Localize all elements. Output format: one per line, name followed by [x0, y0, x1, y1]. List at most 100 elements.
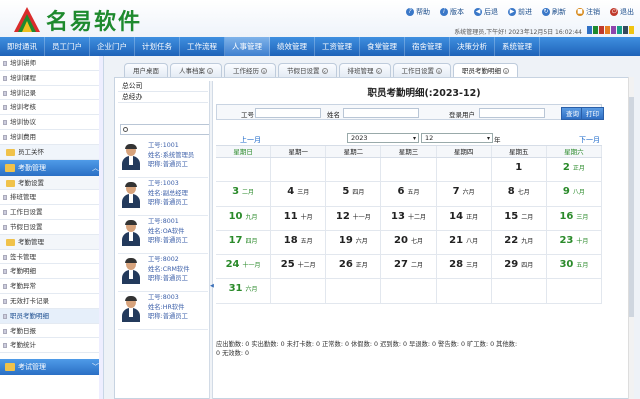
close-icon[interactable]: ×: [436, 67, 442, 74]
calendar-day[interactable]: 22 九月: [491, 230, 547, 256]
menu-item[interactable]: 即时通讯: [0, 37, 45, 56]
calendar-day[interactable]: 17 四月: [216, 230, 272, 256]
sidebar-item[interactable]: 培训课程: [0, 71, 103, 86]
calendar-day[interactable]: [436, 158, 492, 183]
menu-item[interactable]: 系统管理: [495, 37, 540, 56]
org-node[interactable]: 总经办: [118, 92, 208, 103]
calendar-day[interactable]: 13 十二月: [381, 206, 437, 231]
calendar-day[interactable]: [491, 279, 547, 304]
calendar-day[interactable]: 3 二月: [216, 182, 272, 207]
calendar-day[interactable]: [436, 279, 492, 304]
tab[interactable]: 工作日设置 ×: [392, 63, 451, 77]
employee-card[interactable]: 工号:1003 姓名:副总经理 职称:普通员工: [118, 178, 208, 216]
sidebar-item[interactable]: 考勤日报: [0, 324, 103, 339]
name-input[interactable]: [343, 108, 419, 118]
calendar-day[interactable]: 15 二月: [491, 206, 547, 231]
sidebar-item[interactable]: 签卡管理: [0, 250, 103, 265]
sidebar-item[interactable]: 考勤明细: [0, 264, 103, 280]
sidebar-item[interactable]: 排班管理: [0, 190, 103, 206]
calendar-day[interactable]: [381, 158, 437, 183]
forward-button[interactable]: ▶ 前进: [508, 7, 532, 17]
theme-swatch[interactable]: [629, 26, 634, 34]
job-no-input[interactable]: [255, 108, 321, 118]
theme-swatch[interactable]: [605, 26, 610, 34]
close-icon[interactable]: ×: [321, 67, 328, 74]
theme-swatch[interactable]: [611, 26, 616, 34]
content-scrollbar[interactable]: [628, 77, 634, 399]
calendar-day[interactable]: 31 六月: [216, 279, 272, 304]
close-icon[interactable]: ×: [261, 67, 267, 74]
calendar-day[interactable]: [546, 279, 602, 304]
sidebar-group-attendance[interactable]: 考勤管理 ︿: [0, 159, 103, 176]
sidebar-group-care[interactable]: 员工关怀: [0, 144, 103, 160]
calendar-day[interactable]: 20 七月: [381, 230, 437, 256]
menu-item[interactable]: 工作流程: [180, 37, 225, 56]
menu-item[interactable]: 企业门户: [90, 37, 135, 56]
calendar-day[interactable]: 14 正月: [436, 206, 492, 231]
close-icon[interactable]: ×: [503, 67, 509, 74]
exit-button[interactable]: ⏻ 退出: [610, 7, 634, 17]
calendar-day[interactable]: 7 六月: [436, 182, 492, 207]
tab[interactable]: 排班管理 ×: [338, 63, 391, 77]
employee-card[interactable]: 工号:8003 姓名:HR软件 职称:普通员工: [118, 292, 208, 330]
sidebar-item[interactable]: 无效打卡记录: [0, 294, 103, 309]
theme-swatch[interactable]: [587, 26, 592, 34]
sidebar-item[interactable]: 培训协议: [0, 115, 103, 130]
calendar-day[interactable]: 6 五月: [381, 182, 437, 207]
theme-swatch[interactable]: [599, 26, 604, 34]
employee-card[interactable]: 工号:8002 姓名:CRM软件 职称:普通员工: [118, 254, 208, 292]
sidebar-subgroup-management[interactable]: 考勤管理: [0, 234, 103, 250]
calendar-day[interactable]: 30 五月: [546, 255, 602, 280]
close-icon[interactable]: ×: [207, 67, 213, 74]
menu-item[interactable]: 食堂管理: [360, 37, 405, 56]
menu-item[interactable]: 决策分析: [450, 37, 495, 56]
menu-item[interactable]: 绩效管理: [270, 37, 315, 56]
employee-card[interactable]: 工号:8001 姓名:OA软件 职称:普通员工: [118, 216, 208, 254]
print-button[interactable]: 打印: [581, 107, 604, 120]
theme-swatch[interactable]: [617, 26, 622, 34]
calendar-day[interactable]: 21 八月: [436, 230, 492, 256]
year-select[interactable]: 2023 ▾: [347, 133, 419, 143]
tab[interactable]: 人事档案 ×: [170, 63, 222, 77]
calendar-day[interactable]: 18 五月: [271, 230, 327, 256]
calendar-day[interactable]: 9 八月: [546, 182, 602, 207]
tab[interactable]: 职员考勤明细 ×: [453, 63, 518, 77]
calendar-day[interactable]: 11 十月: [271, 206, 327, 231]
scroll-thumb[interactable]: [629, 97, 634, 317]
calendar-day[interactable]: [326, 158, 382, 183]
tab[interactable]: 节假日设置 ×: [278, 63, 337, 77]
collapse-arrow-icon[interactable]: ◀: [210, 283, 214, 289]
calendar-day[interactable]: 27 二月: [381, 255, 437, 280]
calendar-day[interactable]: 26 正月: [326, 255, 382, 280]
theme-swatch[interactable]: [593, 26, 598, 34]
org-node[interactable]: 总公司: [118, 81, 208, 92]
prev-month-link[interactable]: 上一月: [240, 135, 261, 145]
close-icon[interactable]: ×: [375, 67, 382, 74]
sidebar-item[interactable]: 工作日设置: [0, 205, 103, 220]
back-button[interactable]: ◀ 后退: [474, 7, 498, 17]
calendar-day[interactable]: 12 十一月: [326, 206, 382, 231]
calendar-day[interactable]: [381, 279, 437, 304]
version-button[interactable]: i 版本: [440, 7, 464, 17]
calendar-day[interactable]: 29 四月: [491, 255, 547, 280]
panel-splitter[interactable]: ◀: [209, 81, 214, 399]
calendar-day[interactable]: 28 三月: [436, 255, 492, 280]
next-month-link[interactable]: 下一月: [579, 135, 600, 145]
menu-item[interactable]: 人事管理: [225, 37, 270, 56]
menu-item[interactable]: 员工门户: [45, 37, 90, 56]
month-select[interactable]: 12 ▾: [421, 133, 493, 143]
logout-button[interactable]: ■ 注销: [576, 7, 600, 17]
tab[interactable]: 工作经历 ×: [224, 63, 276, 77]
calendar-day[interactable]: 5 四月: [326, 182, 382, 207]
calendar-day[interactable]: 1: [491, 158, 547, 183]
calendar-day[interactable]: 25 十二月: [271, 255, 327, 280]
sidebar-item[interactable]: 培训讲师: [0, 56, 103, 71]
sidebar-item[interactable]: 考勤统计: [0, 338, 103, 354]
sidebar-item[interactable]: 培训费用: [0, 130, 103, 145]
calendar-day[interactable]: [326, 279, 382, 304]
sidebar-scrollbar[interactable]: [99, 56, 103, 399]
calendar-day[interactable]: 23 十月: [546, 230, 602, 256]
sidebar-item[interactable]: 节假日设置: [0, 220, 103, 235]
menu-item[interactable]: 计划任务: [135, 37, 180, 56]
menu-item[interactable]: 宿舍管理: [405, 37, 450, 56]
